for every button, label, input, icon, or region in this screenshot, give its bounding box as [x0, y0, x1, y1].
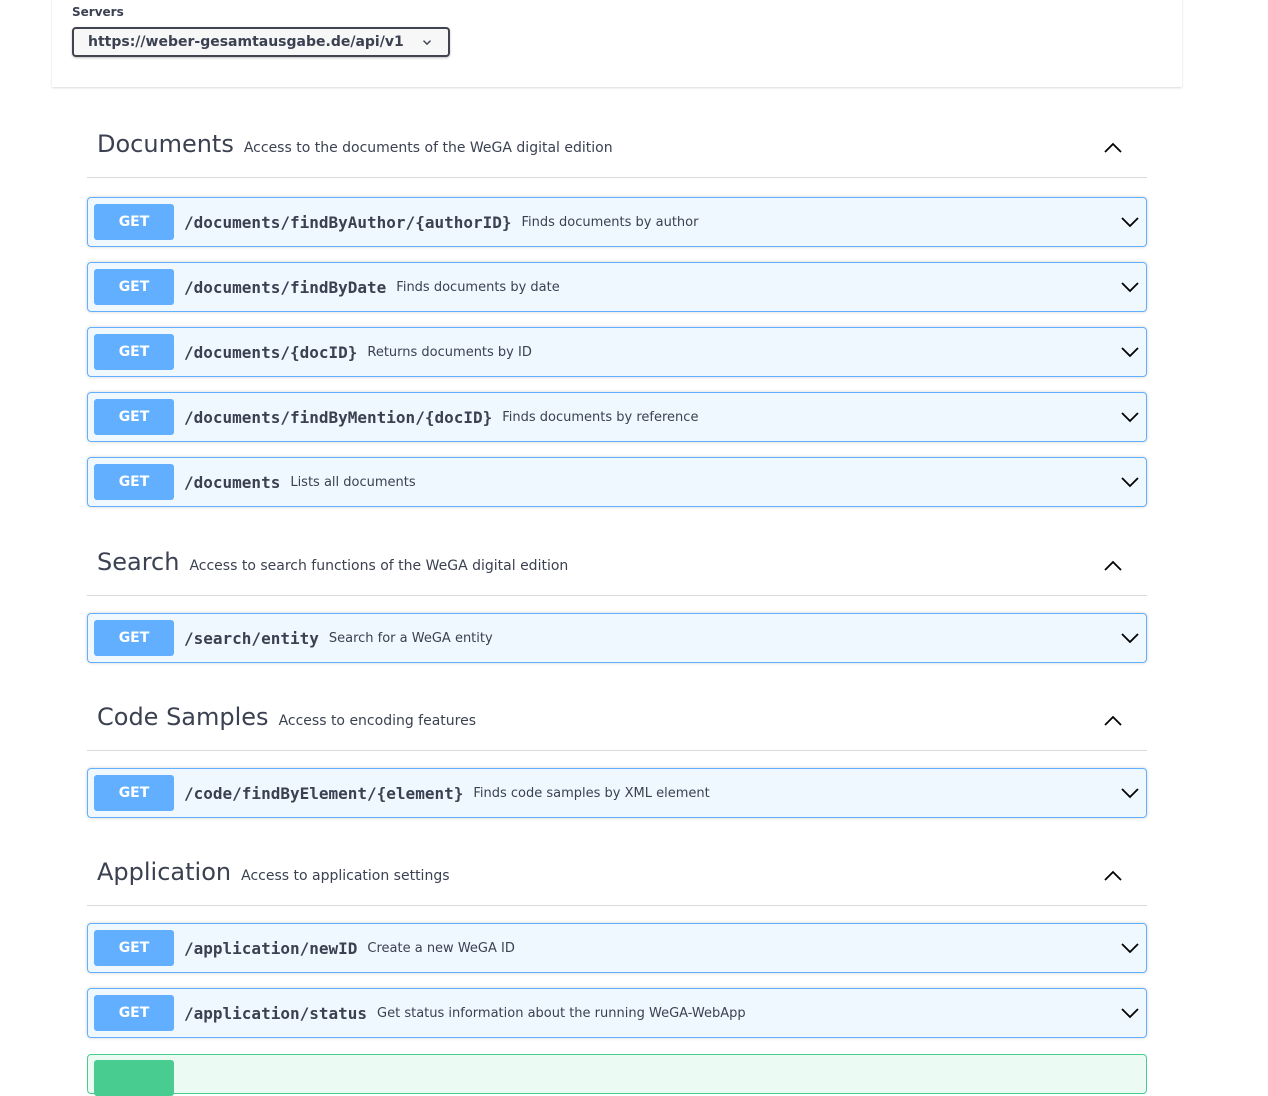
operation-row[interactable]: GET /documents/findByAuthor/{authorID} F…: [87, 197, 1147, 247]
chevron-down-icon[interactable]: [1120, 783, 1140, 803]
method-badge: GET: [94, 204, 174, 240]
operation-path: /application/status: [184, 1003, 368, 1023]
operation-summary: Finds code samples by XML element: [473, 785, 710, 801]
method-badge: [94, 1060, 174, 1096]
operation-summary: Finds documents by author: [521, 214, 699, 230]
tag-header-code-samples[interactable]: Code Samples Access to encoding features: [87, 691, 1147, 751]
servers-label: Servers: [72, 5, 124, 19]
operation-path: /search/entity: [184, 628, 319, 648]
operation-path: /documents/findByAuthor/{authorID}: [184, 212, 512, 232]
operation-path: /code/findByElement/{element}: [184, 783, 464, 803]
chevron-down-icon[interactable]: [1120, 212, 1140, 232]
chevron-down-icon[interactable]: [1120, 407, 1140, 427]
tag-header-search[interactable]: Search Access to search functions of the…: [87, 536, 1147, 596]
method-badge: GET: [94, 464, 174, 500]
server-select[interactable]: https://weber-gesamtausgabe.de/api/v1: [72, 27, 450, 57]
method-badge: GET: [94, 995, 174, 1031]
operation-summary: Create a new WeGA ID: [367, 940, 515, 956]
operation-summary: Get status information about the running…: [377, 1005, 746, 1021]
servers-panel: Servers https://weber-gesamtausgabe.de/a…: [52, 0, 1182, 87]
chevron-up-icon[interactable]: [1101, 554, 1125, 578]
operation-summary: Finds documents by reference: [502, 409, 699, 425]
chevron-down-icon[interactable]: [1120, 277, 1140, 297]
method-badge: GET: [94, 269, 174, 305]
tag-name: Application: [97, 858, 232, 886]
operation-row[interactable]: GET /application/newID Create a new WeGA…: [87, 923, 1147, 973]
operation-row[interactable]: GET /documents/findByMention/{docID} Fin…: [87, 392, 1147, 442]
method-badge: GET: [94, 775, 174, 811]
chevron-down-icon[interactable]: [1120, 938, 1140, 958]
operation-row[interactable]: GET /documents/{docID} Returns documents…: [87, 327, 1147, 377]
tag-description: Access to application settings: [241, 868, 450, 884]
operation-summary: Lists all documents: [290, 474, 416, 490]
method-badge: GET: [94, 930, 174, 966]
chevron-down-icon[interactable]: [1120, 628, 1140, 648]
operation-summary: Finds documents by date: [396, 279, 560, 295]
method-badge: GET: [94, 399, 174, 435]
operation-row[interactable]: GET /code/findByElement/{element} Finds …: [87, 768, 1147, 818]
tag-name: Code Samples: [97, 703, 269, 731]
chevron-down-icon: [423, 40, 431, 46]
operation-path: /application/newID: [184, 938, 358, 958]
operation-row[interactable]: GET /search/entity Search for a WeGA ent…: [87, 613, 1147, 663]
operation-summary: Returns documents by ID: [367, 344, 532, 360]
chevron-down-icon[interactable]: [1120, 472, 1140, 492]
tag-description: Access to the documents of the WeGA digi…: [243, 140, 613, 156]
tag-name: Documents: [97, 130, 234, 158]
chevron-down-icon[interactable]: [1120, 342, 1140, 362]
server-select-value: https://weber-gesamtausgabe.de/api/v1: [88, 34, 404, 50]
operation-path: /documents/{docID}: [184, 342, 358, 362]
method-badge: GET: [94, 334, 174, 370]
operation-summary: Search for a WeGA entity: [328, 630, 493, 646]
tag-description: Access to encoding features: [278, 713, 477, 729]
method-badge: GET: [94, 620, 174, 656]
chevron-down-icon[interactable]: [1120, 1003, 1140, 1023]
tag-header-documents[interactable]: Documents Access to the documents of the…: [87, 118, 1147, 178]
chevron-up-icon[interactable]: [1101, 864, 1125, 888]
operation-row-partial[interactable]: [87, 1054, 1147, 1096]
tag-header-application[interactable]: Application Access to application settin…: [87, 846, 1147, 906]
operation-row[interactable]: GET /documents/findByDate Finds document…: [87, 262, 1147, 312]
operation-path: /documents: [184, 472, 281, 492]
chevron-up-icon[interactable]: [1101, 709, 1125, 733]
operation-path: /documents/findByMention/{docID}: [184, 407, 493, 427]
chevron-up-icon[interactable]: [1101, 136, 1125, 160]
operation-row[interactable]: GET /application/status Get status infor…: [87, 988, 1147, 1038]
operation-path: /documents/findByDate: [184, 277, 387, 297]
tag-name: Search: [97, 548, 180, 576]
tag-description: Access to search functions of the WeGA d…: [189, 558, 569, 574]
operation-row[interactable]: GET /documents Lists all documents: [87, 457, 1147, 507]
